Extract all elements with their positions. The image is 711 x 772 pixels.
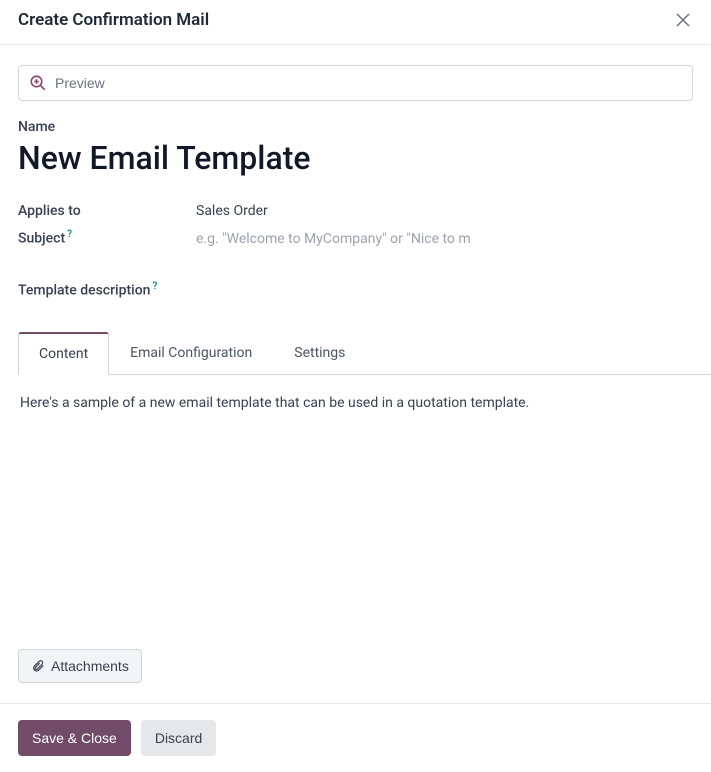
attachments-row: Attachments bbox=[18, 649, 693, 683]
close-button[interactable] bbox=[673, 10, 693, 30]
name-input[interactable]: New Email Template bbox=[18, 139, 693, 177]
dialog-footer: Save & Close Discard bbox=[0, 703, 711, 772]
subject-field: Subject? e.g. "Welcome to MyCompany" or … bbox=[18, 227, 693, 247]
tab-settings[interactable]: Settings bbox=[273, 332, 366, 375]
email-body-text[interactable]: Here's a sample of a new email template … bbox=[20, 395, 691, 411]
discard-button[interactable]: Discard bbox=[141, 720, 216, 756]
applies-to-value[interactable]: Sales Order bbox=[196, 203, 693, 219]
subject-label: Subject? bbox=[18, 227, 196, 247]
subject-help-icon[interactable]: ? bbox=[67, 229, 72, 240]
paperclip-icon bbox=[31, 659, 45, 673]
template-description-field: Template description? bbox=[18, 279, 693, 299]
preview-label: Preview bbox=[55, 75, 105, 91]
name-label: Name bbox=[18, 119, 693, 135]
close-icon bbox=[675, 12, 691, 28]
dialog-title: Create Confirmation Mail bbox=[18, 10, 209, 30]
content-tab-panel: Here's a sample of a new email template … bbox=[18, 375, 693, 649]
tab-bar: Content Email Configuration Settings bbox=[18, 331, 711, 375]
attachments-button[interactable]: Attachments bbox=[18, 649, 142, 683]
create-confirmation-mail-dialog: Create Confirmation Mail Preview Name Ne… bbox=[0, 0, 711, 772]
template-description-label: Template description? bbox=[18, 279, 196, 299]
applies-to-field: Applies to Sales Order bbox=[18, 201, 693, 219]
name-field: Name New Email Template bbox=[18, 119, 693, 193]
subject-input[interactable]: e.g. "Welcome to MyCompany" or "Nice to … bbox=[196, 231, 693, 247]
tab-content[interactable]: Content bbox=[18, 332, 109, 375]
attachments-label: Attachments bbox=[51, 658, 129, 674]
template-description-help-icon[interactable]: ? bbox=[152, 281, 157, 292]
preview-button[interactable]: Preview bbox=[18, 65, 693, 101]
dialog-header: Create Confirmation Mail bbox=[0, 0, 711, 45]
save-close-button[interactable]: Save & Close bbox=[18, 720, 131, 756]
tab-email-configuration[interactable]: Email Configuration bbox=[109, 332, 273, 375]
applies-to-label: Applies to bbox=[18, 201, 196, 219]
magnify-plus-icon bbox=[29, 74, 47, 92]
dialog-body: Preview Name New Email Template Applies … bbox=[0, 45, 711, 703]
